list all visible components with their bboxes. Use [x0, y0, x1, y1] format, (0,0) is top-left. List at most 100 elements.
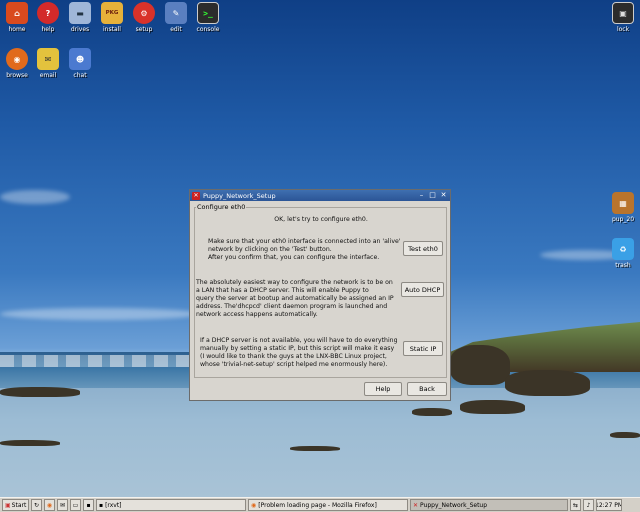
cloud: [0, 190, 70, 204]
rock: [505, 370, 590, 396]
dhcp-text-line: network access happens automatically.: [196, 311, 318, 318]
static-text-line: whose 'trivial-net-setup' script helped …: [200, 361, 388, 368]
rock: [450, 345, 510, 385]
desktop-icon: ▭: [72, 501, 79, 509]
icon-label: chat: [73, 72, 87, 79]
static-text-line: manually by setting a static IP, but thi…: [200, 345, 395, 352]
quicklaunch-network[interactable]: ↻: [31, 499, 42, 511]
console-icon: >_: [197, 2, 219, 24]
tray-volume[interactable]: ♪: [583, 499, 594, 511]
start-button[interactable]: ▣ Start: [2, 499, 29, 511]
task-firefox[interactable]: ◉ [Problem loading page - Mozilla Firefo…: [248, 499, 408, 511]
terminal-icon: ▪: [86, 501, 91, 509]
icon-label: drives: [70, 26, 90, 33]
desktop-icon-home[interactable]: ⌂ home: [0, 2, 34, 33]
task-label: [rxvt]: [105, 501, 122, 509]
icon-label: edit: [170, 26, 182, 33]
taskbar: ▣ Start ↻ ◉ ✉ ▭ ▪ ▪ [rxvt] ◉ [Problem lo…: [0, 497, 640, 512]
lock-icon: ▣: [612, 2, 634, 24]
terminal-icon: ▪: [99, 501, 104, 509]
icon-label: help: [41, 26, 55, 33]
rock: [290, 446, 340, 451]
edit-icon: ✎: [165, 2, 187, 24]
rock: [460, 400, 525, 414]
dhcp-text-line: address. The'dhcpcd' client daemon progr…: [196, 303, 388, 310]
desktop-icon-chat[interactable]: ☻ chat: [63, 48, 97, 79]
firefox-icon: ◉: [251, 501, 257, 509]
icon-label: browse: [6, 72, 28, 79]
cloud: [0, 308, 200, 320]
maximize-icon[interactable]: □: [428, 191, 437, 200]
puppy-app-icon: ✕: [413, 501, 419, 509]
puppy-app-icon: ✕: [192, 191, 200, 200]
test-eth0-button[interactable]: Test eth0: [403, 241, 443, 256]
desktop-icon-lock[interactable]: ▣ lock: [606, 2, 640, 33]
dialog-titlebar[interactable]: ✕ Puppy_Network_Setup – □ ✕: [190, 190, 450, 201]
desktop-icon-email[interactable]: ✉ email: [31, 48, 65, 79]
rock: [412, 408, 452, 416]
volume-icon: ♪: [586, 501, 591, 509]
desktop-icon-browse[interactable]: ◉ browse: [0, 48, 34, 79]
desktop-icon-drives[interactable]: ▬ drives: [63, 2, 97, 33]
desktop-icon-console[interactable]: >_ console: [191, 2, 225, 33]
desktop-icon-pup20[interactable]: ▦ pup_20: [606, 192, 640, 223]
setup-icon: ⚙: [133, 2, 155, 24]
minimize-icon[interactable]: –: [417, 191, 426, 200]
rock: [0, 440, 60, 446]
network-tray-icon: ⇆: [572, 501, 579, 509]
icon-label: pup_20: [611, 216, 635, 223]
drives-icon: ▬: [69, 2, 91, 24]
icon-label: lock: [616, 26, 630, 33]
back-button[interactable]: Back: [407, 382, 447, 396]
rock: [610, 432, 640, 438]
start-label: Start: [11, 501, 27, 509]
dhcp-text-line: a LAN that has a DHCP server. This will …: [196, 287, 369, 294]
clock: 12:27 PM: [596, 499, 622, 511]
desktop-icon-trash[interactable]: ♻ trash: [606, 238, 640, 269]
auto-dhcp-button[interactable]: Auto DHCP: [401, 282, 444, 297]
desktop-icon-install[interactable]: PKG install: [95, 2, 129, 33]
surf: [0, 355, 200, 367]
rock: [0, 387, 80, 397]
network-setup-dialog: ✕ Puppy_Network_Setup – □ ✕ Configure et…: [189, 189, 451, 401]
package-icon: ▦: [612, 192, 634, 214]
test-text-line: After you confirm that, you can configur…: [208, 254, 380, 261]
static-text-line: (I would like to thank the guys at the L…: [200, 353, 387, 360]
icon-label: home: [8, 26, 26, 33]
task-network-setup[interactable]: ✕ Puppy_Network_Setup: [410, 499, 568, 511]
quicklaunch-browser[interactable]: ◉: [44, 499, 55, 511]
tray-network[interactable]: ⇆: [570, 499, 581, 511]
close-icon[interactable]: ✕: [439, 191, 448, 200]
test-text-line: Make sure that your eth0 interface is co…: [208, 238, 401, 245]
email-icon: ✉: [59, 501, 66, 509]
desktop-icon-setup[interactable]: ⚙ setup: [127, 2, 161, 33]
chat-icon: ☻: [69, 48, 91, 70]
icon-label: trash: [615, 262, 631, 269]
browse-icon: ◉: [6, 48, 28, 70]
dhcp-text-line: The absolutely easiest way to configure …: [196, 279, 393, 286]
help-button[interactable]: Help: [364, 382, 402, 396]
desktop-icon-help[interactable]: ? help: [31, 2, 65, 33]
static-ip-button[interactable]: Static IP: [403, 341, 443, 356]
email-icon: ✉: [37, 48, 59, 70]
dialog-title: Puppy_Network_Setup: [203, 191, 276, 200]
trash-icon: ♻: [612, 238, 634, 260]
frame-label: Configure eth0: [196, 203, 247, 211]
quicklaunch-email[interactable]: ✉: [57, 499, 68, 511]
install-icon: PKG: [101, 2, 123, 24]
task-rxvt[interactable]: ▪ [rxvt]: [96, 499, 246, 511]
quicklaunch-terminal[interactable]: ▪: [83, 499, 94, 511]
icon-label: email: [39, 72, 57, 79]
task-label: [Problem loading page - Mozilla Firefox]: [258, 501, 377, 509]
icon-label: console: [196, 26, 220, 33]
icon-label: setup: [135, 26, 153, 33]
static-text-line: If a DHCP server is not available, you w…: [200, 337, 398, 344]
desktop-icon-edit[interactable]: ✎ edit: [159, 2, 193, 33]
icon-label: install: [103, 26, 121, 33]
help-icon: ?: [37, 2, 59, 24]
dhcp-text-line: query the server at bootup and automatic…: [196, 295, 394, 302]
network-icon: ↻: [33, 501, 40, 509]
quicklaunch-desktop[interactable]: ▭: [70, 499, 81, 511]
test-text-line: network by clicking on the 'Test' button…: [208, 246, 332, 253]
intro-text: OK, let's try to configure eth0.: [274, 216, 368, 223]
